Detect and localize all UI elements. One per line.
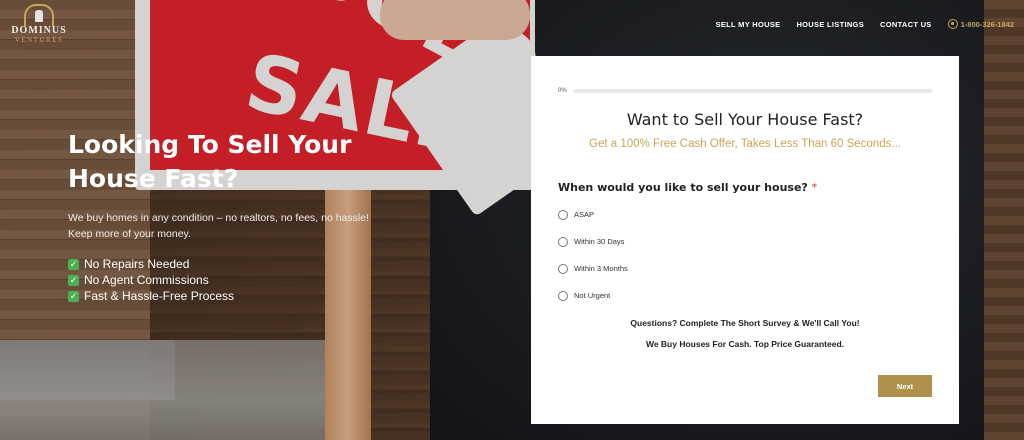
benefit-list: ✓ No Repairs Needed ✓ No Agent Commissions… — [68, 256, 398, 304]
radio-button[interactable] — [558, 263, 568, 274]
hero-description: We buy homes in any condition – no realt… — [68, 212, 369, 240]
form-progress: 0% — [558, 88, 932, 94]
top-nav: SELL MY HOUSE HOUSE LISTINGS CONTACT US … — [716, 19, 1014, 29]
required-mark: * — [811, 181, 818, 194]
progress-track — [572, 89, 932, 93]
hero-title: Looking To Sell Your House Fast? — [68, 130, 352, 193]
timeline-radio-group: ASAP Within 30 Days Within 3 Months Not … — [558, 201, 628, 309]
question-label: When would you like to sell your house? … — [558, 181, 817, 194]
brand-name: DOMINUS — [11, 25, 67, 36]
guarantee-note: We Buy Houses For Cash. Top Price Guaran… — [645, 339, 845, 349]
option-label: ASAP — [574, 210, 595, 219]
hero-copy: Looking To Sell Your House Fast? We buy … — [68, 128, 398, 304]
radio-button[interactable] — [558, 236, 568, 247]
progress-label: 0% — [558, 88, 567, 94]
lead-form-card: 0% Want to Sell Your House Fast? Get a 1… — [531, 56, 959, 424]
brand-logo[interactable]: DOMINUS VENTURES — [8, 4, 70, 48]
benefit-item: ✓ Fast & Hassle-Free Process — [68, 288, 398, 304]
option-asap[interactable]: ASAP — [558, 201, 628, 228]
form-title: Want to Sell Your House Fast? — [626, 110, 864, 129]
benefit-item: ✓ No Repairs Needed — [68, 256, 398, 272]
helmet-icon — [24, 4, 54, 26]
benefit-label: No Repairs Needed — [84, 257, 190, 271]
callback-note: Questions? Complete The Short Survey & W… — [630, 318, 860, 328]
option-label: Within 30 Days — [574, 237, 625, 246]
option-within-30-days[interactable]: Within 30 Days — [558, 228, 628, 255]
benefit-item: ✓ No Agent Commissions — [68, 272, 398, 288]
nav-sell-my-house[interactable]: SELL MY HOUSE — [716, 20, 781, 29]
phone-number: 1-800-326-1842 — [960, 19, 1014, 29]
checkmark-icon: ✓ — [68, 274, 79, 286]
benefit-label: Fast & Hassle-Free Process — [84, 289, 235, 303]
nav-house-listings[interactable]: HOUSE LISTINGS — [796, 20, 864, 29]
option-not-urgent[interactable]: Not Urgent — [558, 282, 628, 309]
phone-link[interactable]: 1-800-326-1842 — [947, 19, 1014, 29]
radio-button[interactable] — [558, 209, 568, 220]
radio-button[interactable] — [558, 290, 568, 301]
phone-icon — [947, 19, 958, 29]
nav-contact-us[interactable]: CONTACT US — [880, 20, 932, 29]
option-label: Within 3 Months — [574, 264, 628, 273]
form-subtitle: Get a 100% Free Cash Offer, Takes Less T… — [589, 138, 901, 150]
question-text: When would you like to sell your house? — [558, 181, 808, 194]
checkmark-icon: ✓ — [68, 290, 79, 302]
option-within-3-months[interactable]: Within 3 Months — [558, 255, 628, 282]
brand-tagline: VENTURES — [14, 36, 64, 44]
option-label: Not Urgent — [574, 291, 611, 300]
checkmark-icon: ✓ — [68, 258, 79, 270]
benefit-label: No Agent Commissions — [84, 273, 209, 287]
next-button[interactable]: Next — [878, 375, 932, 397]
